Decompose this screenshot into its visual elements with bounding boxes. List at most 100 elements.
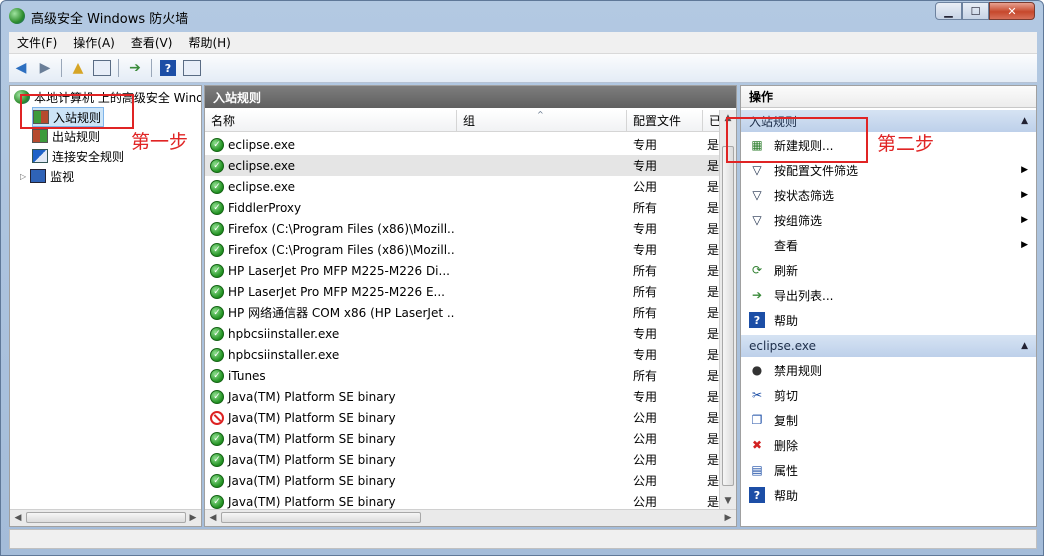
actions-title: 操作	[741, 86, 1036, 108]
rule-profile-cell: 公用	[633, 453, 658, 467]
rule-name-cell: ✓ HP LaserJet Pro MFP M225-M226 Di...	[210, 260, 455, 281]
table-row[interactable]: ✓ iTunes 所有是	[205, 365, 721, 386]
scroll-thumb[interactable]	[26, 512, 186, 523]
action-label: 按组筛选	[774, 213, 823, 228]
action-item[interactable]: ✖ 删除	[741, 433, 1036, 457]
action-label: 属性	[774, 463, 799, 478]
rule-name: eclipse.exe	[228, 179, 296, 194]
action-item[interactable]: ❐ 复制	[741, 408, 1036, 432]
tree-item-monitoring[interactable]: ▷ 监视	[20, 167, 74, 185]
action-item[interactable]: 查看 ▶	[741, 233, 1036, 257]
scroll-right-icon[interactable]: ▶	[187, 512, 199, 524]
rule-name: Java(TM) Platform SE binary	[228, 431, 396, 446]
tree-item-connection-security[interactable]: 连接安全规则	[32, 147, 124, 165]
maximize-button[interactable]: ☐	[962, 2, 989, 20]
action-label: 按配置文件筛选	[774, 163, 859, 178]
scroll-thumb[interactable]	[221, 512, 421, 523]
tree-item-outbound-rules[interactable]: 出站规则	[32, 127, 100, 145]
rule-name: hpbcsiinstaller.exe	[228, 347, 340, 362]
column-profile[interactable]: 配置文件	[627, 110, 703, 132]
rule-name-cell: ✓ hpbcsiinstaller.exe	[210, 344, 455, 365]
action-item[interactable]: ✂ 剪切	[741, 383, 1036, 407]
tree-horizontal-scrollbar[interactable]: ◀ ▶	[10, 509, 201, 526]
table-row[interactable]: ✓ Java(TM) Platform SE binary 专用是	[205, 386, 721, 407]
scroll-right-icon[interactable]: ▶	[722, 512, 734, 524]
table-row[interactable]: ✓ HP LaserJet Pro MFP M225-M226 E... 所有是	[205, 281, 721, 302]
scroll-thumb[interactable]	[722, 146, 734, 486]
menu-action[interactable]: 操作(A)	[65, 34, 123, 51]
table-row[interactable]: ✓ Java(TM) Platform SE binary 公用是	[205, 470, 721, 491]
allow-rule-icon: ✓	[210, 452, 224, 467]
menu-help[interactable]: 帮助(H)	[180, 34, 238, 51]
action-label: 剪切	[774, 388, 799, 403]
action-item[interactable]: ⟳ 刷新	[741, 258, 1036, 282]
allow-rule-icon: ✓	[210, 284, 224, 299]
table-row[interactable]: ✓ Firefox (C:\Program Files (x86)\Mozill.…	[205, 239, 721, 260]
up-folder-icon[interactable]: ▲	[68, 58, 88, 78]
rule-name: Java(TM) Platform SE binary	[228, 494, 396, 509]
collapse-arrow-icon[interactable]: ▲	[1021, 116, 1028, 126]
rule-profile-cell: 所有	[633, 285, 658, 299]
cut-icon: ✂	[751, 388, 763, 402]
actions-section-selected[interactable]: eclipse.exe ▲	[741, 335, 1036, 357]
rule-name-cell: ✓ Java(TM) Platform SE binary	[210, 470, 455, 491]
menu-file[interactable]: 文件(F)	[9, 34, 65, 51]
toolbar-separator	[151, 59, 152, 77]
rule-name-cell: ✓ Firefox (C:\Program Files (x86)\Mozill.…	[210, 239, 455, 260]
table-row[interactable]: ✓ Java(TM) Platform SE binary 公用是	[205, 449, 721, 470]
action-item[interactable]: ▤ 属性	[741, 458, 1036, 482]
action-item[interactable]: ➔ 导出列表...	[741, 283, 1036, 307]
minimize-button[interactable]: ▁	[935, 2, 962, 20]
table-row[interactable]: ✓ hpbcsiinstaller.exe 专用是	[205, 344, 721, 365]
close-button[interactable]: ✕	[989, 2, 1035, 20]
action-item[interactable]: ? 帮助	[741, 483, 1036, 507]
help-icon[interactable]: ?	[158, 58, 178, 78]
table-row[interactable]: ✓ eclipse.exe 专用是	[205, 134, 721, 155]
export-icon[interactable]: ➔	[125, 58, 145, 78]
rule-profile-cell: 公用	[633, 432, 658, 446]
table-row[interactable]: ✓ Java(TM) Platform SE binary 公用是	[205, 428, 721, 449]
rules-horizontal-scrollbar[interactable]: ◀ ▶	[205, 509, 736, 526]
table-row[interactable]: ✓ eclipse.exe 专用是	[205, 155, 721, 176]
action-item[interactable]: ▽ 按组筛选 ▶	[741, 208, 1036, 232]
scroll-left-icon[interactable]: ◀	[207, 512, 219, 524]
outbound-rules-icon	[32, 129, 48, 143]
connection-security-icon	[32, 149, 48, 163]
show-action-pane-icon[interactable]	[182, 58, 202, 78]
rule-profile-cell: 公用	[633, 411, 658, 425]
expand-arrow-icon[interactable]: ▷	[20, 172, 26, 181]
collapse-arrow-icon[interactable]: ▲	[1021, 341, 1028, 351]
allow-rule-icon: ✓	[210, 368, 224, 383]
action-item[interactable]: ● 禁用规则	[741, 358, 1036, 382]
rule-name: Firefox (C:\Program Files (x86)\Mozill..…	[228, 242, 455, 257]
action-label: 帮助	[774, 313, 799, 328]
block-rule-icon	[210, 410, 224, 425]
menu-bar: 文件(F) 操作(A) 查看(V) 帮助(H)	[9, 32, 1037, 54]
scroll-down-icon[interactable]: ▼	[722, 495, 734, 507]
rule-name: Java(TM) Platform SE binary	[228, 389, 396, 404]
table-row[interactable]: ✓ hpbcsiinstaller.exe 专用是	[205, 323, 721, 344]
action-item[interactable]: ? 帮助	[741, 308, 1036, 332]
rule-name-cell: ✓ Firefox (C:\Program Files (x86)\Mozill.…	[210, 218, 455, 239]
menu-view[interactable]: 查看(V)	[123, 34, 181, 51]
forward-arrow-icon[interactable]: ▶	[35, 58, 55, 78]
table-row[interactable]: Java(TM) Platform SE binary 公用是	[205, 407, 721, 428]
show-tree-icon[interactable]	[92, 58, 112, 78]
table-row[interactable]: ✓ FiddlerProxy 所有是	[205, 197, 721, 218]
back-arrow-icon[interactable]: ◀	[11, 58, 31, 78]
scroll-left-icon[interactable]: ◀	[12, 512, 24, 524]
allow-rule-icon: ✓	[210, 389, 224, 404]
table-row[interactable]: ✓ Firefox (C:\Program Files (x86)\Mozill.…	[205, 218, 721, 239]
filter-icon: ▽	[752, 188, 762, 202]
rule-name-cell: ✓ Java(TM) Platform SE binary	[210, 386, 455, 407]
column-group[interactable]: 组 ^	[457, 110, 627, 132]
table-row[interactable]: ✓ eclipse.exe 公用是	[205, 176, 721, 197]
rules-vertical-scrollbar[interactable]: ▲ ▼	[719, 110, 736, 511]
action-item[interactable]: ▽ 按状态筛选 ▶	[741, 183, 1036, 207]
toolbar: ◀ ▶ ▲ ➔ ?	[9, 54, 1037, 83]
column-name[interactable]: 名称	[205, 110, 457, 132]
allow-rule-icon: ✓	[210, 179, 224, 194]
table-row[interactable]: ✓ HP LaserJet Pro MFP M225-M226 Di... 所有是	[205, 260, 721, 281]
table-row[interactable]: ✓ HP 网络通信器 COM x86 (HP LaserJet ... 所有是	[205, 302, 721, 323]
rule-name-cell: Java(TM) Platform SE binary	[210, 407, 455, 428]
